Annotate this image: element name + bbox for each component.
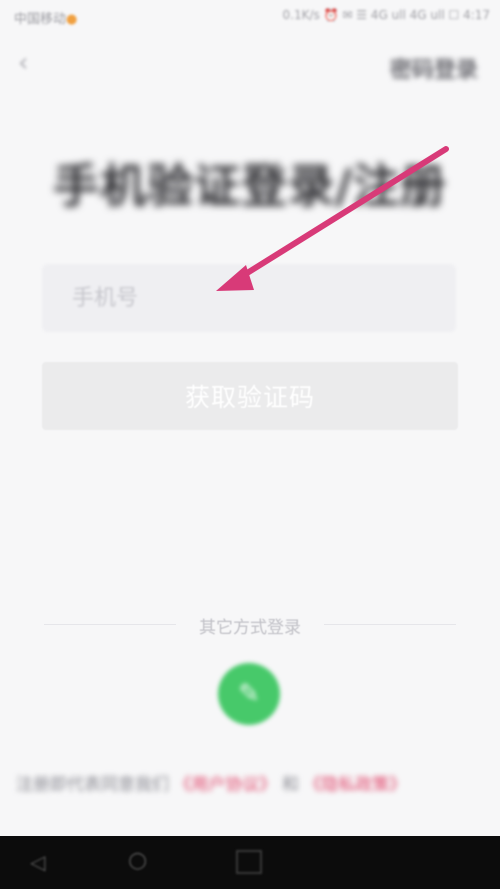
back-icon[interactable]: ‹: [18, 48, 48, 78]
agreement-prefix: 注册即代表同意我们: [16, 775, 169, 795]
get-verification-code-button[interactable]: 获取验证码: [42, 362, 458, 430]
phone-number-input[interactable]: [42, 264, 456, 332]
status-info: 0.1K/s ⏰ ✉ ☰ 4G ull 4G ull ☐ 4:17: [282, 8, 490, 22]
nav-back-icon[interactable]: ◁: [30, 850, 45, 874]
privacy-policy-link[interactable]: 《隐私政策》: [304, 775, 406, 795]
nav-home-icon[interactable]: ○: [128, 848, 147, 873]
agreement-text: 注册即代表同意我们 《用户协议》 和 《隐私政策》: [16, 770, 486, 795]
wechat-login-button[interactable]: ✎: [218, 663, 280, 725]
carrier-text: 中国移动: [14, 12, 67, 27]
carrier-label: 中国移动●: [14, 8, 77, 27]
user-agreement-link[interactable]: 《用户协议》: [174, 775, 276, 795]
top-bar: ‹ 密码登录: [0, 40, 500, 90]
other-login-divider: 其它方式登录: [44, 612, 456, 638]
annotation-arrow: [216, 146, 449, 291]
nav-recent-icon[interactable]: [236, 850, 262, 874]
wechat-icon: ✎: [238, 679, 260, 709]
page-title: 手机验证登录/注册: [53, 159, 447, 213]
password-login-link[interactable]: 密码登录: [390, 52, 478, 84]
divider-line-right: [324, 624, 456, 625]
status-dot-icon: ●: [66, 12, 78, 27]
agreement-and: 和: [281, 775, 299, 795]
system-nav-bar: ◁ ○: [0, 836, 500, 889]
other-login-label: 其它方式登录: [199, 618, 301, 638]
status-bar: 中国移动● 0.1K/s ⏰ ✉ ☰ 4G ull 4G ull ☐ 4:17: [0, 0, 500, 34]
